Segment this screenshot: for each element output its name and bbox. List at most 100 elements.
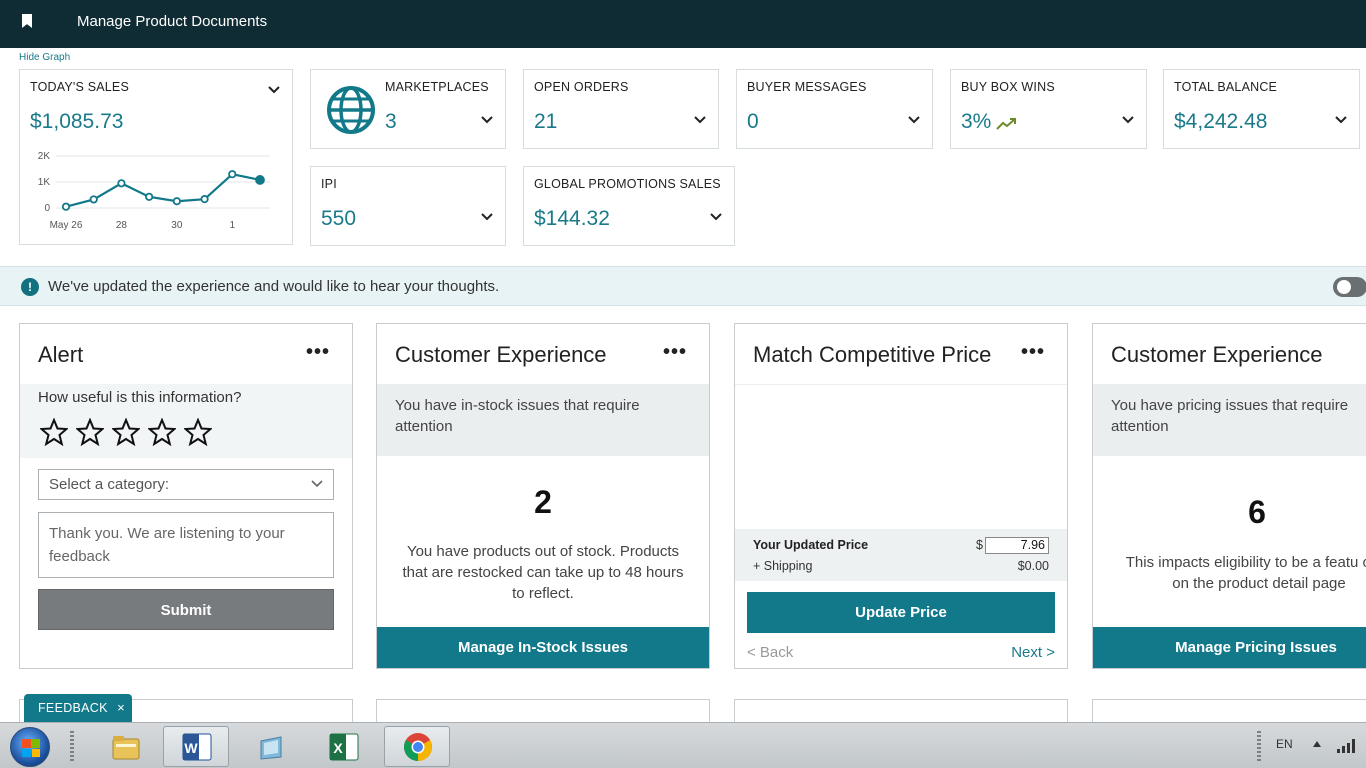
global-promotions-card[interactable]: GLOBAL PROMOTIONS SALES $144.32 [523, 166, 735, 246]
network-signal-icon[interactable] [1336, 737, 1358, 753]
chrome-icon [404, 733, 432, 761]
alert-widget: Alert ••• How useful is this information… [19, 323, 353, 669]
chevron-down-icon[interactable] [908, 116, 920, 126]
total-balance-label: TOTAL BALANCE [1174, 80, 1278, 94]
feedback-label: FEEDBACK [38, 701, 108, 715]
hide-graph-link[interactable]: Hide Graph [19, 52, 70, 63]
todays-sales-card[interactable]: TODAY'S SALES $1,085.73 0 1K 2K May 26 28 30 1 [19, 69, 293, 245]
info-icon: ! [21, 278, 39, 296]
total-balance-card[interactable]: TOTAL BALANCE $4,242.48 [1163, 69, 1360, 149]
chevron-down-icon[interactable] [481, 213, 493, 223]
issue-description: This impacts eligibility to be a featu o… [1125, 554, 1366, 592]
buy-box-wins-card[interactable]: BUY BOX WINS 3% [950, 69, 1147, 149]
page-title: Manage Product Documents [77, 13, 268, 30]
sales-data-point[interactable] [61, 202, 71, 211]
issue-description: You have products out of stock. Products… [402, 543, 684, 602]
widget-title: Match Competitive Price [753, 342, 992, 367]
price-input[interactable]: 7.96 [985, 537, 1049, 554]
rating-section: How useful is this information? [20, 384, 352, 458]
banner-toggle[interactable] [1333, 277, 1366, 297]
sales-data-point[interactable] [145, 192, 154, 201]
issue-count: 2 [534, 484, 552, 520]
ipi-card[interactable]: IPI 550 [310, 166, 506, 246]
top-bar: Manage Product Documents [0, 0, 1366, 48]
chevron-down-icon[interactable] [694, 116, 706, 126]
star-icon[interactable] [148, 418, 176, 446]
marketplaces-value: 3 [385, 110, 397, 133]
chevron-down-icon[interactable] [481, 116, 493, 126]
todays-sales-value: $1,085.73 [30, 110, 124, 133]
feedback-textarea[interactable]: Thank you. We are listening to your feed… [38, 512, 334, 578]
chevron-down-icon[interactable] [268, 86, 280, 96]
issue-count: 6 [1248, 494, 1266, 530]
tray-grip [1257, 731, 1261, 761]
y-tick-label: 2K [38, 151, 51, 162]
star-rating[interactable] [40, 418, 212, 446]
excel-icon: X [329, 733, 359, 761]
open-orders-card[interactable]: OPEN ORDERS 21 [523, 69, 719, 149]
rating-question: How useful is this information? [38, 389, 242, 406]
global-promotions-label: GLOBAL PROMOTIONS SALES [534, 177, 721, 191]
match-price-widget: Match Competitive Price ••• Your Updated… [734, 323, 1068, 669]
next-link[interactable]: Next > [1011, 644, 1055, 661]
buyer-messages-card[interactable]: BUYER MESSAGES 0 [736, 69, 933, 149]
more-options-icon[interactable]: ••• [306, 342, 330, 362]
sales-data-point[interactable] [89, 195, 98, 204]
star-icon[interactable] [112, 418, 140, 446]
taskbar: W X EN [0, 722, 1366, 768]
excel-taskbar-button[interactable]: X [310, 726, 376, 767]
widget-title: Customer Experience [395, 342, 607, 367]
submit-button[interactable]: Submit [38, 589, 334, 630]
sales-data-point[interactable] [255, 175, 265, 185]
bookmark-icon[interactable] [22, 14, 32, 28]
open-orders-label: OPEN ORDERS [534, 80, 629, 94]
todays-sales-label: TODAY'S SALES [30, 80, 130, 94]
explorer-taskbar-button[interactable] [92, 726, 158, 767]
taskbar-grip [70, 731, 74, 761]
manage-in-stock-button[interactable]: Manage In-Stock Issues [377, 627, 709, 668]
customer-experience-pricing-widget: Customer Experience You have pricing iss… [1092, 323, 1366, 669]
customer-experience-widget: Customer Experience ••• You have in-stoc… [376, 323, 710, 669]
buyer-messages-value: 0 [747, 110, 759, 133]
sales-data-point[interactable] [172, 197, 181, 206]
category-select-value: Select a category: [49, 476, 170, 493]
chrome-taskbar-button[interactable] [384, 726, 450, 767]
buyer-messages-label: BUYER MESSAGES [747, 80, 867, 94]
manage-pricing-button[interactable]: Manage Pricing Issues [1093, 627, 1366, 668]
word-taskbar-button[interactable]: W [163, 726, 229, 767]
star-icon[interactable] [76, 418, 104, 446]
y-tick-label: 1K [38, 177, 51, 188]
chevron-down-icon[interactable] [1122, 116, 1134, 126]
update-price-button[interactable]: Update Price [747, 592, 1055, 633]
sales-data-point[interactable] [117, 179, 126, 188]
sales-data-point[interactable] [228, 170, 237, 179]
buy-box-wins-label: BUY BOX WINS [961, 80, 1055, 94]
language-indicator[interactable]: EN [1276, 737, 1293, 751]
notice-text: You have pricing issues that require att… [1111, 397, 1349, 435]
more-options-icon[interactable]: ••• [1021, 342, 1045, 362]
close-icon[interactable]: × [117, 694, 125, 722]
category-select[interactable]: Select a category: [38, 469, 334, 500]
app-taskbar-button[interactable] [237, 726, 303, 767]
start-button[interactable] [10, 727, 50, 767]
total-balance-value: $4,242.48 [1174, 110, 1268, 133]
price-summary: Your Updated Price $ 7.96 + Shipping $0.… [735, 529, 1067, 581]
notice-box: You have pricing issues that require att… [1093, 384, 1366, 456]
sales-line-chart: 0 1K 2K May 26 28 30 1 [38, 151, 270, 231]
star-icon[interactable] [40, 418, 68, 446]
shipping-value: $0.00 [1017, 559, 1049, 573]
product-preview-area [735, 384, 1067, 529]
chevron-down-icon[interactable] [1335, 116, 1347, 126]
global-promotions-value: $144.32 [534, 207, 610, 230]
back-link[interactable]: < Back [747, 644, 793, 661]
ipi-label: IPI [321, 177, 337, 191]
marketplaces-label: MARKETPLACES [385, 80, 489, 94]
marketplaces-card[interactable]: MARKETPLACES 3 [310, 69, 506, 149]
feedback-tab[interactable]: FEEDBACK × [24, 694, 132, 722]
tray-expand-icon[interactable] [1313, 741, 1321, 747]
more-options-icon[interactable]: ••• [663, 342, 687, 362]
toggle-knob [1337, 280, 1351, 294]
sales-data-point[interactable] [200, 195, 209, 204]
star-icon[interactable] [184, 418, 212, 446]
chevron-down-icon[interactable] [710, 213, 722, 223]
